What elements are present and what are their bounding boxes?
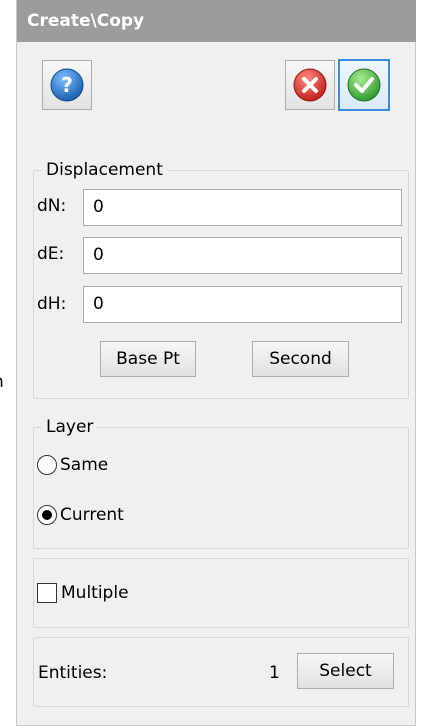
panel-title: Create\Copy [17,0,416,42]
create-copy-panel: Create\Copy ? Displacement dN: 0 dE: 0 d… [16,0,416,726]
multiple-option[interactable]: Multiple [37,583,129,603]
background-text-fragment: n [0,371,5,393]
base-pt-button[interactable]: Base Pt [100,341,196,377]
question-mark-icon: ? [50,68,84,102]
dn-label: dN: [37,196,67,216]
select-button[interactable]: Select [297,653,394,689]
red-x-icon [293,68,327,102]
layer-same-option[interactable]: Same [37,455,108,475]
layer-current-label: Current [60,505,124,525]
multiple-group: Multiple [33,558,409,628]
entities-group: Entities: 1 Select [33,637,409,707]
de-label: dE: [37,244,65,264]
layer-same-radio[interactable] [37,455,57,475]
de-input[interactable]: 0 [83,237,402,274]
layer-group: Layer Same Current [33,416,409,549]
layer-legend: Layer [42,416,98,438]
cancel-button[interactable] [285,60,335,110]
displacement-group: Displacement dN: 0 dE: 0 dH: 0 Base Pt S… [33,159,409,399]
dn-input[interactable]: 0 [83,189,402,226]
svg-text:?: ? [61,73,73,97]
entities-label: Entities: [38,663,108,683]
ok-button[interactable] [338,59,390,111]
second-button[interactable]: Second [252,341,349,377]
layer-same-label: Same [60,455,109,475]
displacement-legend: Displacement [42,159,167,181]
dh-input[interactable]: 0 [83,286,402,323]
layer-current-radio[interactable] [37,505,57,525]
entities-count: 1 [269,663,280,683]
layer-current-option[interactable]: Current [37,505,124,525]
dh-label: dH: [37,294,67,314]
green-check-icon [347,68,381,102]
help-button[interactable]: ? [42,60,92,110]
background-text-fragment: t [0,180,5,202]
multiple-label: Multiple [61,583,129,603]
multiple-checkbox[interactable] [37,583,57,603]
